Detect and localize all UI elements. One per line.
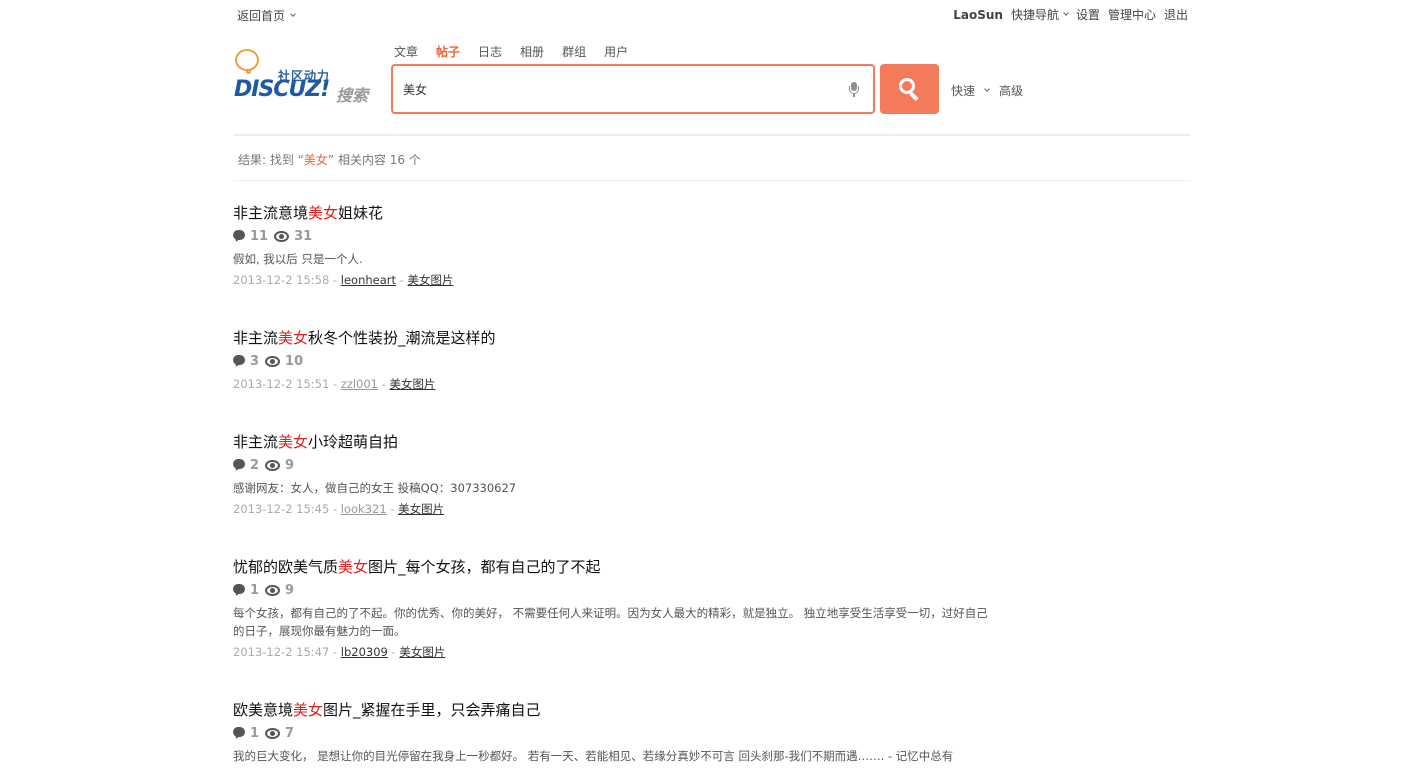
reply-count-icon: [233, 230, 245, 244]
top-bar: 返回首页 LaoSun 快捷导航 设置 管理中心 退出: [0, 0, 1425, 30]
author-link[interactable]: zzl001: [341, 377, 378, 391]
result-meta: 2013-12-2 15:45 - look321 - 美女图片: [233, 502, 445, 516]
chevron-down-icon: [290, 11, 296, 17]
username-link[interactable]: LaoSun: [953, 8, 1003, 22]
reply-count-icon: [233, 459, 245, 473]
speech-bubble-tail: [246, 69, 251, 74]
post-date: 2013-12-2 15:47: [233, 645, 330, 659]
result-item: 非主流意境美女姐妹花 11 31 假如, 我以后 只是一个人. 2013-12-…: [233, 202, 993, 289]
tab-articles[interactable]: 文章: [394, 43, 418, 60]
result-item: 欧美意境美女图片_紧握在手里，只会弄痛自己 1 7 我的巨大变化， 是想让你的目…: [233, 699, 993, 765]
back-home-label: 返回首页: [237, 9, 286, 23]
forum-link[interactable]: 美女图片: [389, 377, 435, 391]
result-title-link[interactable]: 欧美意境美女图片_紧握在手里，只会弄痛自己: [233, 701, 541, 719]
post-date: 2013-12-2 15:58: [233, 273, 330, 287]
result-item: 非主流美女小玲超萌自拍 2 9 感谢网友：女人，做自己的女王 投稿QQ：3073…: [233, 431, 993, 518]
header-divider: [233, 134, 1191, 136]
logout-link[interactable]: 退出: [1164, 6, 1188, 23]
forum-link[interactable]: 美女图片: [398, 502, 444, 516]
quick-mode-label: 快速: [951, 84, 976, 98]
post-date: 2013-12-2 15:51: [233, 377, 330, 391]
result-title-link[interactable]: 非主流美女小玲超萌自拍: [233, 433, 398, 451]
result-stats: 3 10: [233, 351, 993, 371]
author-link[interactable]: lb20309: [341, 645, 388, 659]
tab-posts[interactable]: 帖子: [436, 43, 460, 60]
result-summary-text: 感谢网友：女人，做自己的女王 投稿QQ：307330627: [233, 481, 517, 495]
result-stats: 2 9: [233, 455, 993, 475]
reply-count: 11: [250, 228, 269, 244]
view-count-icon: [265, 584, 281, 596]
view-count: 31: [294, 228, 313, 244]
search-box: [391, 64, 875, 114]
result-summary-text: 每个女孩，都有自己的了不起。你的优秀、你的美好， 不需要任何人来证明。因为女人最…: [233, 606, 988, 638]
result-item: 忧郁的欧美气质美女图片_每个女孩，都有自己的了不起 1 9 每个女孩，都有自己的…: [233, 556, 993, 661]
result-summary-text: 假如, 我以后 只是一个人.: [233, 252, 363, 266]
result-meta: 2013-12-2 15:58 - leonheart - 美女图片: [233, 273, 454, 287]
chevron-down-icon: [984, 86, 990, 92]
tab-groups[interactable]: 群组: [562, 43, 586, 60]
reply-count: 3: [250, 353, 260, 369]
quick-nav-dropdown[interactable]: 快捷导航: [1010, 6, 1069, 23]
result-summary-text: 我的巨大变化， 是想让你的目光停留在我身上一秒都好。 若有一天、若能相见、若缘分…: [233, 749, 954, 763]
summary-suffix: ” 相关内容 16 个: [327, 153, 421, 167]
settings-link[interactable]: 设置: [1076, 6, 1100, 23]
search-input[interactable]: [403, 78, 823, 100]
reply-count-icon: [233, 727, 245, 741]
advanced-search-link[interactable]: 高级: [999, 82, 1023, 99]
view-count-icon: [265, 727, 281, 739]
view-count: 7: [285, 725, 295, 741]
tab-albums[interactable]: 相册: [520, 43, 544, 60]
result-title-link[interactable]: 非主流美女秋冬个性装扮_潮流是这样的: [233, 329, 496, 347]
chevron-down-icon: [1063, 10, 1069, 16]
search-icon-handle: [909, 91, 919, 102]
reply-count: 2: [250, 457, 260, 473]
microphone-icon[interactable]: [849, 82, 859, 98]
result-summary: 结果: 找到 “美女” 相关内容 16 个: [238, 151, 421, 168]
view-count-icon: [265, 459, 281, 471]
result-title-link[interactable]: 非主流意境美女姐妹花: [233, 204, 383, 222]
admin-center-link[interactable]: 管理中心: [1108, 6, 1156, 23]
speech-bubble-icon: [235, 49, 259, 71]
view-count: 9: [285, 582, 295, 598]
author-link[interactable]: leonheart: [341, 273, 396, 287]
view-count-icon: [265, 355, 281, 367]
reply-count-icon: [233, 355, 245, 369]
logo-search-label: 搜索: [336, 86, 369, 105]
result-item: 非主流美女秋冬个性装扮_潮流是这样的 3 10 2013-12-2 15:51 …: [233, 327, 993, 393]
result-stats: 1 9: [233, 580, 993, 600]
tab-blogs[interactable]: 日志: [478, 43, 502, 60]
view-count-icon: [274, 230, 290, 242]
user-nav: LaoSun 快捷导航 设置 管理中心 退出: [953, 6, 1188, 23]
reply-count: 1: [250, 582, 260, 598]
result-meta: 2013-12-2 15:51 - zzl001 - 美女图片: [233, 377, 436, 391]
forum-link[interactable]: 美女图片: [399, 645, 445, 659]
back-home-link[interactable]: 返回首页: [237, 7, 296, 24]
search-type-tabs: 文章 帖子 日志 相册 群组 用户: [394, 43, 628, 60]
post-date: 2013-12-2 15:45: [233, 502, 330, 516]
view-count: 10: [285, 353, 304, 369]
reply-count: 1: [250, 725, 260, 741]
discuz-logo[interactable]: 社区动力 DISCUZ! 搜索: [233, 49, 373, 105]
quick-mode-dropdown[interactable]: 快速: [951, 82, 990, 99]
summary-keyword: 美女: [303, 153, 328, 167]
search-button[interactable]: [880, 64, 939, 114]
author-link[interactable]: look321: [341, 502, 387, 516]
result-stats: 11 31: [233, 226, 993, 246]
reply-count-icon: [233, 584, 245, 598]
logo-brand: DISCUZ!: [234, 77, 330, 102]
tab-users[interactable]: 用户: [604, 43, 628, 60]
forum-link[interactable]: 美女图片: [408, 273, 454, 287]
view-count: 9: [285, 457, 295, 473]
summary-prefix: 结果: 找到 “: [238, 153, 304, 167]
result-title-link[interactable]: 忧郁的欧美气质美女图片_每个女孩，都有自己的了不起: [233, 558, 601, 576]
result-meta: 2013-12-2 15:47 - lb20309 - 美女图片: [233, 645, 446, 659]
summary-divider: [233, 180, 1191, 181]
search-mode: 快速 高级: [951, 82, 1023, 99]
quick-nav-label: 快捷导航: [1010, 8, 1059, 22]
result-stats: 1 7: [233, 723, 993, 743]
